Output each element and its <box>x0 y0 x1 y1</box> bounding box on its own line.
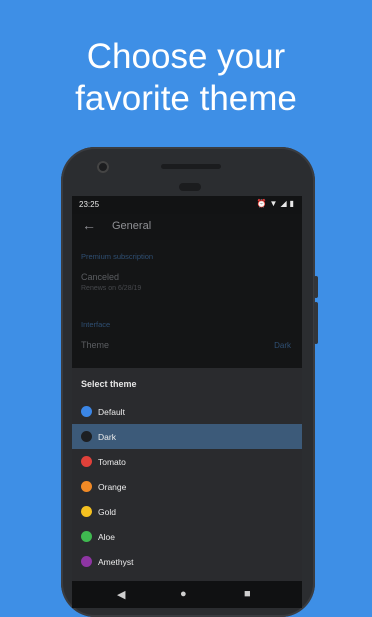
theme-setting-value: Dark <box>274 341 291 350</box>
nav-back-icon[interactable]: ◀ <box>117 588 125 601</box>
theme-option-label: Aloe <box>98 531 116 542</box>
proximity-sensor <box>179 183 201 191</box>
status-icons: ⏰ ▼ ◢ ▮ <box>257 199 294 208</box>
front-camera-icon <box>97 161 109 173</box>
theme-option-aloe[interactable]: Aloe <box>72 524 302 549</box>
theme-option-label: Amethyst <box>98 556 134 567</box>
theme-option-label: Tomato <box>98 456 126 467</box>
select-theme-sheet: Select theme Default Dark Tomato Orange … <box>72 368 302 581</box>
theme-option-label: Gold <box>98 506 116 517</box>
theme-setting-label[interactable]: Theme <box>81 340 109 350</box>
signal-icon: ◢ <box>280 199 287 208</box>
battery-icon: ▮ <box>289 199 294 208</box>
phone-screen: 23:25 ⏰ ▼ ◢ ▮ ← General Premium subscrip… <box>72 196 302 608</box>
interface-section-header: Interface <box>81 320 111 329</box>
theme-option-label: Orange <box>98 481 127 492</box>
alarm-icon: ⏰ <box>256 199 267 208</box>
navigation-bar: ◀ ● ■ <box>72 581 302 608</box>
color-dot-icon <box>81 481 92 492</box>
headline: Choose your favorite theme <box>0 36 372 120</box>
headline-line-1: Choose your <box>86 37 286 76</box>
color-dot-icon <box>81 506 92 517</box>
theme-option-amethyst[interactable]: Amethyst <box>72 549 302 574</box>
theme-option-gold[interactable]: Gold <box>72 499 302 524</box>
status-time: 23:25 <box>79 200 100 209</box>
settings-list: Premium subscription Canceled Renews on … <box>72 240 302 368</box>
status-bar: 23:25 ⏰ ▼ ◢ ▮ <box>72 196 302 214</box>
nav-home-icon[interactable]: ● <box>180 588 187 600</box>
color-dot-icon <box>81 456 92 467</box>
color-dot-icon <box>81 431 92 442</box>
headline-line-2: favorite theme <box>75 79 297 118</box>
color-dot-icon <box>81 406 92 417</box>
nav-recents-icon[interactable]: ■ <box>244 588 251 600</box>
subscription-status[interactable]: Canceled <box>81 272 119 282</box>
color-dot-icon <box>81 531 92 542</box>
earpiece-speaker <box>161 164 221 169</box>
app-bar: ← General <box>72 214 302 240</box>
back-arrow-icon[interactable]: ← <box>82 217 96 233</box>
premium-section-header: Premium subscription <box>81 252 154 261</box>
theme-option-default[interactable]: Default <box>72 399 302 424</box>
volume-button <box>314 302 318 344</box>
wifi-icon: ▼ <box>269 199 278 208</box>
renewal-date: Renews on 6/28/19 <box>81 285 142 292</box>
theme-option-dark[interactable]: Dark <box>72 424 302 449</box>
sheet-title: Select theme <box>81 379 137 389</box>
power-button <box>314 276 318 298</box>
theme-option-label: Default <box>98 406 125 417</box>
color-dot-icon <box>81 556 92 567</box>
theme-option-label: Dark <box>98 431 116 442</box>
theme-option-orange[interactable]: Orange <box>72 474 302 499</box>
page-title: General <box>112 220 152 232</box>
theme-option-tomato[interactable]: Tomato <box>72 449 302 474</box>
